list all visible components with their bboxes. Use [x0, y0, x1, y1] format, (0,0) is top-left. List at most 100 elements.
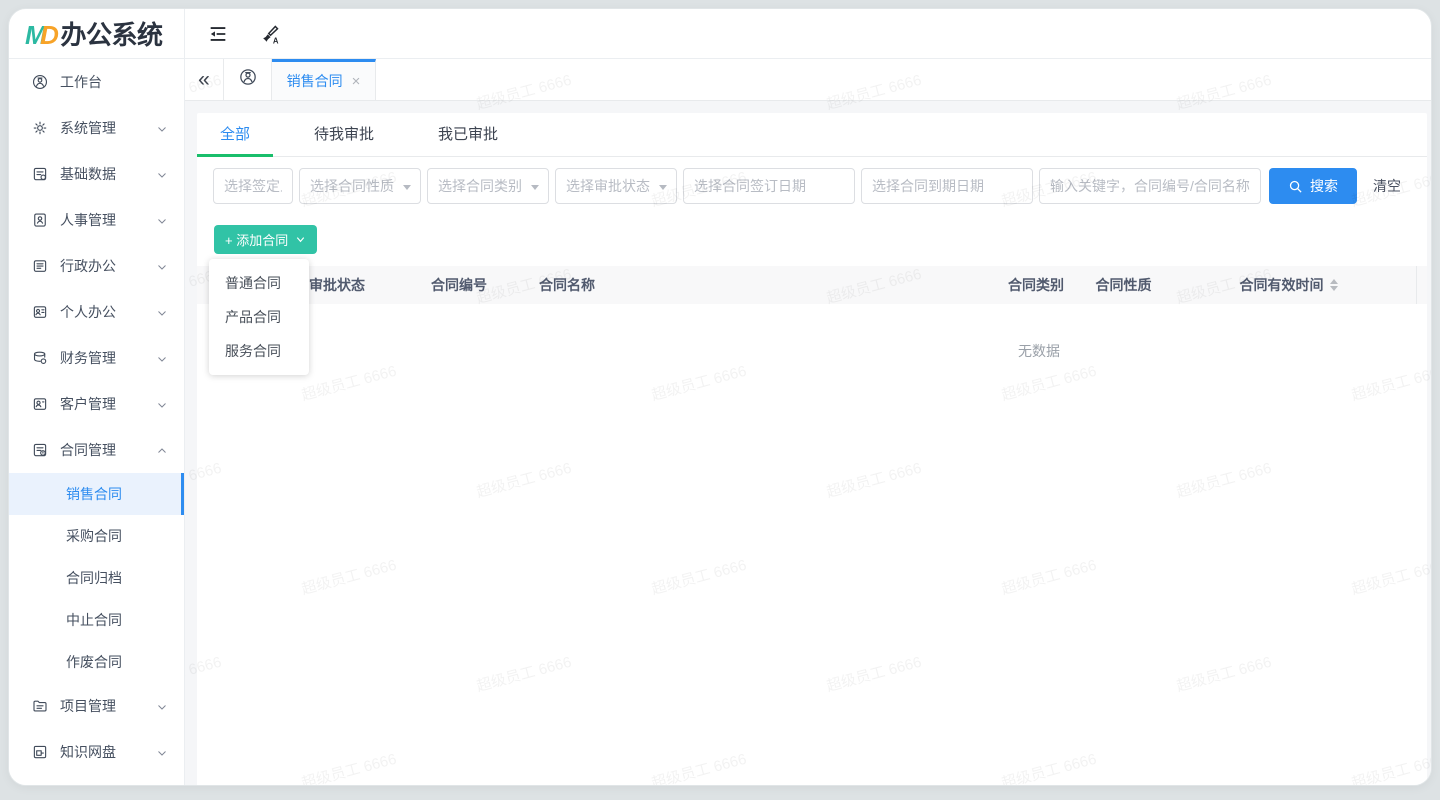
sidebar-item-label: 个人办公	[60, 302, 116, 322]
system-gear-icon	[31, 119, 49, 137]
logo: MD办公系统	[9, 9, 185, 58]
sidebar-item-label: 系统管理	[60, 118, 116, 138]
sidebar-item-财务管理[interactable]: 财务管理	[9, 335, 184, 381]
workbench-icon	[238, 67, 258, 92]
sidebar-item-label: 工作台	[60, 72, 102, 92]
logo-text: 办公系统	[60, 20, 162, 50]
sidebar-subitem-采购合同[interactable]: 采购合同	[9, 515, 184, 557]
sidebar-item-label: 基础数据	[60, 164, 116, 184]
sidebar-subitem-作废合同[interactable]: 作废合同	[9, 641, 184, 683]
content-panel: 全部待我审批我已审批 搜索 清空 + 添加合同 审批状态 合同编号 合同名称 合同类别 合…	[197, 113, 1427, 785]
finance-icon	[31, 349, 49, 367]
chevron-down-icon	[156, 122, 168, 134]
sidebar-item-人事管理[interactable]: 人事管理	[9, 197, 184, 243]
sidebar-item-客户管理[interactable]: 客户管理	[9, 381, 184, 427]
filter-field[interactable]	[556, 169, 676, 203]
filter-row: 搜索 清空	[213, 168, 1401, 204]
filter-field[interactable]	[428, 169, 548, 203]
column-label: 合同编号	[431, 277, 487, 293]
search-button[interactable]: 搜索	[1269, 168, 1357, 204]
sidebar-item-label: 合同管理	[60, 440, 116, 460]
contract-icon	[31, 441, 49, 459]
sidebar-subitem-销售合同[interactable]: 销售合同	[9, 473, 184, 515]
filter-field[interactable]	[214, 169, 292, 203]
search-label: 搜索	[1310, 176, 1338, 196]
filter-date-input[interactable]	[683, 168, 855, 204]
filter-field[interactable]	[862, 169, 1032, 203]
column-header-合同性质: 合同性质	[1086, 275, 1161, 295]
personal-office-icon	[31, 303, 49, 321]
sidebar-item-个人办公[interactable]: 个人办公	[9, 289, 184, 335]
sidebar-item-label: 项目管理	[60, 696, 116, 716]
status-tab-待我审批[interactable]: 待我审批	[291, 113, 397, 156]
workbench-icon	[31, 73, 49, 91]
sidebar-item-系统管理[interactable]: 系统管理	[9, 105, 184, 151]
main-area: « 销售合同 × 全部待我审批我已审批 搜索 清空 + 添加合同 审批状态 合同编号…	[185, 59, 1431, 785]
theme-brush-icon[interactable]: A	[259, 23, 281, 45]
column-header-合同名称: 合同名称	[511, 275, 986, 295]
search-icon	[1288, 179, 1303, 194]
column-label: 审批状态	[309, 277, 365, 293]
logo-letter-d: D	[40, 20, 58, 50]
sidebar-item-label: 客户管理	[60, 394, 116, 414]
sidebar-item-基础数据[interactable]: 基础数据	[9, 151, 184, 197]
tab-label: 销售合同	[287, 71, 343, 91]
filter-field[interactable]	[684, 169, 854, 203]
chevron-down-icon	[156, 352, 168, 364]
chevron-down-icon	[156, 398, 168, 410]
chevron-up-icon	[156, 444, 168, 456]
chevron-down-icon	[156, 700, 168, 712]
table-header: 审批状态合同编号合同名称合同类别合同性质合同有效时间	[197, 266, 1427, 304]
sidebar-item-项目管理[interactable]: 项目管理	[9, 683, 184, 729]
add-contract-label: + 添加合同	[225, 230, 288, 249]
status-tab-全部[interactable]: 全部	[197, 113, 273, 156]
column-label: 合同性质	[1096, 277, 1152, 293]
base-data-icon	[31, 165, 49, 183]
filter-date-input[interactable]	[861, 168, 1033, 204]
sidebar-subitem-中止合同[interactable]: 中止合同	[9, 599, 184, 641]
admin-office-icon	[31, 257, 49, 275]
home-tab[interactable]	[223, 59, 272, 100]
hr-icon	[31, 211, 49, 229]
sidebar-item-label: 人事管理	[60, 210, 116, 230]
sidebar-item-工作台[interactable]: 工作台	[9, 59, 184, 105]
column-label: 合同类别	[1008, 277, 1064, 293]
sort-icon[interactable]	[1330, 279, 1338, 291]
clear-button[interactable]: 清空	[1373, 176, 1401, 196]
tabs-collapse-button[interactable]: «	[185, 59, 223, 100]
empty-data-text: 无数据	[1018, 341, 1060, 361]
filter-select[interactable]	[555, 168, 677, 204]
chevron-down-icon	[156, 214, 168, 226]
app-header: MD办公系统 A	[9, 9, 1431, 59]
filter-input[interactable]	[1039, 168, 1261, 204]
column-header-合同编号: 合同编号	[407, 275, 511, 295]
sidebar-subitem-合同归档[interactable]: 合同归档	[9, 557, 184, 599]
filter-select[interactable]	[299, 168, 421, 204]
sidebar-item-label: 财务管理	[60, 348, 116, 368]
sidebar-item-行政办公[interactable]: 行政办公	[9, 243, 184, 289]
menu-item-产品合同[interactable]: 产品合同	[209, 300, 309, 334]
filter-input[interactable]	[213, 168, 293, 204]
sidebar-item-知识网盘[interactable]: 知识网盘	[9, 729, 184, 775]
close-icon[interactable]: ×	[352, 74, 361, 89]
menu-item-服务合同[interactable]: 服务合同	[209, 334, 309, 368]
project-icon	[31, 697, 49, 715]
menu-item-普通合同[interactable]: 普通合同	[209, 266, 309, 300]
add-contract-button[interactable]: + 添加合同	[214, 225, 317, 254]
column-header-合同类别: 合同类别	[986, 275, 1086, 295]
chevron-down-icon	[156, 168, 168, 180]
sidebar-item-合同管理[interactable]: 合同管理	[9, 427, 184, 473]
app-window: MD办公系统 A 工作台系统管理基础数据人事管理行政办公个人办公财务管理客户管理…	[8, 8, 1432, 786]
filter-select[interactable]	[427, 168, 549, 204]
customer-icon	[31, 395, 49, 413]
tab-sales-contract[interactable]: 销售合同 ×	[272, 59, 376, 100]
sidebar-item-label: 知识网盘	[60, 742, 116, 762]
chevron-down-icon	[156, 746, 168, 758]
chevron-down-icon	[156, 260, 168, 272]
filter-field[interactable]	[1040, 169, 1260, 203]
status-tab-我已审批[interactable]: 我已审批	[415, 113, 521, 156]
tab-bar: « 销售合同 ×	[185, 59, 1431, 101]
status-tabs: 全部待我审批我已审批	[197, 113, 1427, 157]
collapse-sidebar-icon[interactable]	[207, 23, 229, 45]
filter-field[interactable]	[300, 169, 420, 203]
